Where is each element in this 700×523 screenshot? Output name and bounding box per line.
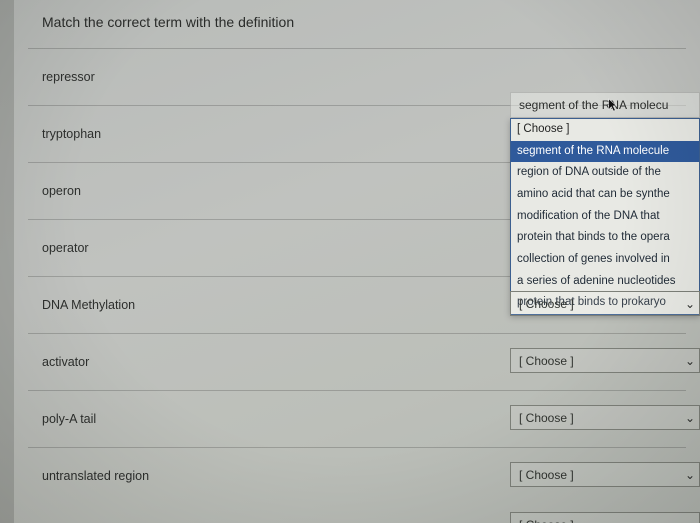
chevron-down-icon: ⌄	[685, 411, 695, 425]
select-current-text: segment of the RNA molecu	[519, 98, 668, 112]
select-placeholder: [ Choose ]	[519, 468, 574, 482]
select-option[interactable]: collection of genes involved in	[511, 249, 699, 271]
select-option[interactable]: region of DNA outside of the	[511, 162, 699, 184]
chevron-down-icon: ⌄	[685, 297, 695, 311]
matching-question: Match the correct term with the definiti…	[0, 0, 700, 523]
term-label: DNA Methylation	[42, 298, 135, 312]
select-placeholder: [ Choose ]	[519, 354, 574, 368]
select-current-value[interactable]: segment of the RNA molecu	[510, 92, 700, 118]
term-label: activator	[42, 355, 89, 369]
definition-select-open[interactable]: segment of the RNA molecu [ Choose ] seg…	[510, 92, 700, 315]
chevron-down-icon: ⌄	[685, 468, 695, 482]
definition-select[interactable]: [ Choose ] ⌄	[510, 291, 700, 316]
select-placeholder: [ Choose ]	[519, 297, 574, 311]
select-option[interactable]: segment of the RNA molecule	[511, 141, 699, 163]
definition-select[interactable]: [ Choose ] ⌄	[510, 348, 700, 373]
term-label: operon	[42, 184, 81, 198]
select-option[interactable]: a series of adenine nucleotides	[511, 271, 699, 293]
select-dropdown-list[interactable]: [ Choose ] segment of the RNA molecule r…	[510, 118, 700, 315]
term-label: untranslated region	[42, 469, 149, 483]
select-placeholder: [ Choose ]	[519, 518, 574, 523]
select-option[interactable]: [ Choose ]	[511, 119, 699, 141]
chevron-down-icon: ⌄	[685, 354, 695, 368]
select-option[interactable]: amino acid that can be synthe	[511, 184, 699, 206]
term-label: repressor	[42, 70, 95, 84]
definition-select[interactable]: [ Choose ] ⌄	[510, 462, 700, 487]
select-option[interactable]: protein that binds to the opera	[511, 227, 699, 249]
term-label: operator	[42, 241, 89, 255]
definition-select[interactable]: [ Choose ] ⌄	[510, 512, 700, 523]
term-label: poly-A tail	[42, 412, 96, 426]
term-label: tryptophan	[42, 127, 101, 141]
select-placeholder: [ Choose ]	[519, 411, 574, 425]
select-option[interactable]: modification of the DNA that	[511, 206, 699, 228]
definition-select[interactable]: [ Choose ] ⌄	[510, 405, 700, 430]
chevron-down-icon: ⌄	[685, 518, 695, 523]
question-instruction: Match the correct term with the definiti…	[0, 14, 700, 48]
